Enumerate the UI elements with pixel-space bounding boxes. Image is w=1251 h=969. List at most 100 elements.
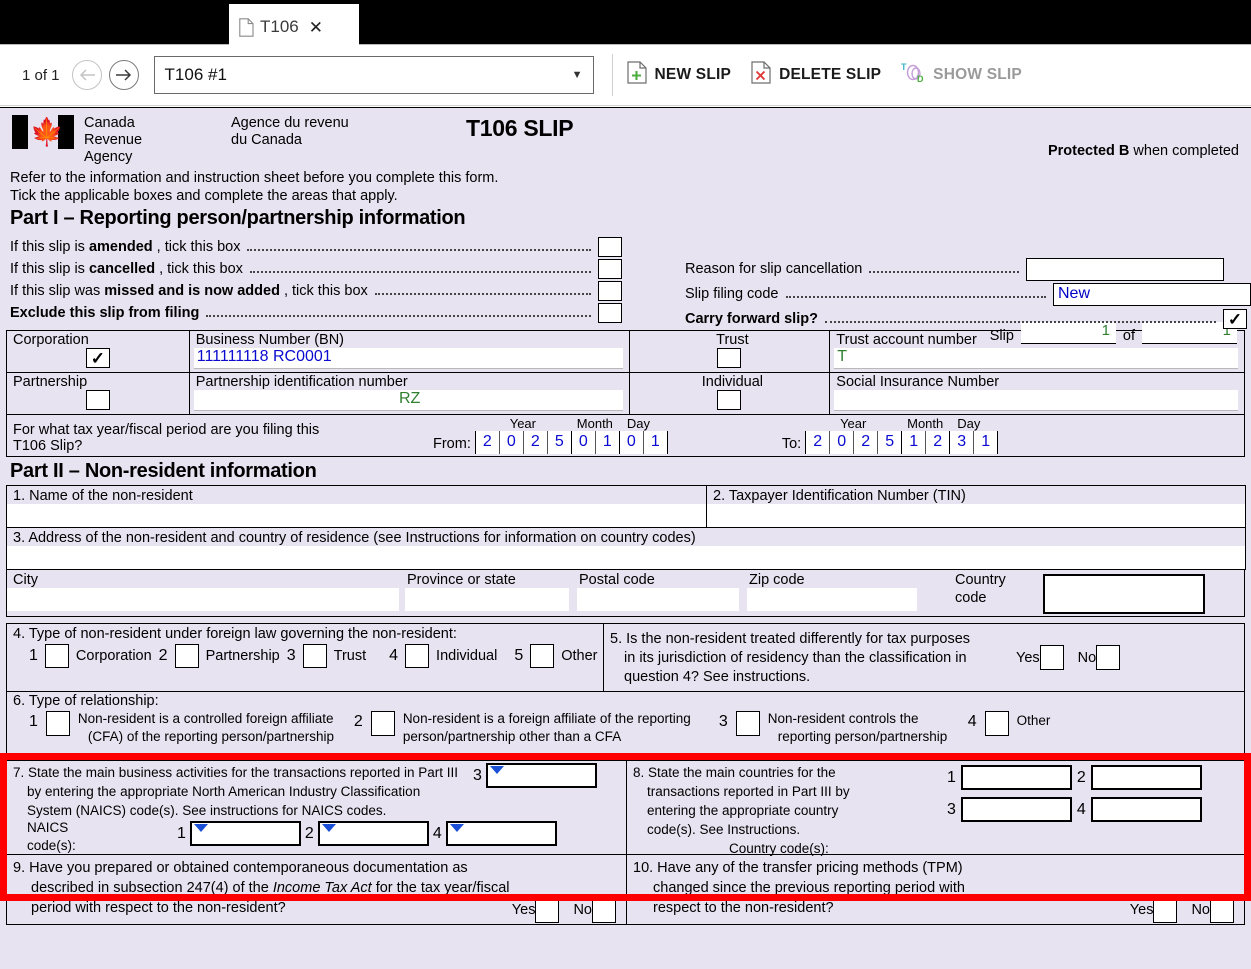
protected-b-label: Protected B [1047, 143, 1130, 159]
q6-opt2-checkbox[interactable] [370, 711, 395, 736]
slip-selector[interactable]: T106 #1 ▼ [153, 56, 594, 94]
bn-cell: Business Number (BN) 111111118 RC0001 [188, 330, 630, 373]
to-month-d1[interactable]: 1 [902, 431, 927, 454]
q4-other-checkbox[interactable] [530, 644, 555, 668]
q4-partnership-checkbox[interactable] [174, 644, 199, 668]
partnership-checkbox[interactable] [85, 390, 110, 410]
to-year-d1[interactable]: 2 [806, 431, 831, 454]
tab-t106[interactable]: T106 ✕ [229, 4, 359, 50]
to-year-d2[interactable]: 0 [830, 431, 855, 454]
new-slip-button[interactable]: NEW SLIP [626, 61, 732, 89]
delete-slip-icon [751, 61, 771, 89]
exclude-text: Exclude this slip from filing [10, 305, 200, 321]
cancelled-checkbox[interactable] [598, 259, 622, 279]
delete-slip-button[interactable]: DELETE SLIP [751, 61, 881, 89]
q2-input[interactable] [707, 504, 1245, 527]
bn-input[interactable]: 111111118 RC0001 [193, 348, 623, 369]
filing-code-label: Slip filing code [685, 286, 779, 302]
arrow-right-icon[interactable] [108, 60, 139, 90]
q6-options: 1 Non-resident is a controlled foreign a… [7, 710, 1244, 746]
q1-label: 1. Name of the non-resident [13, 488, 193, 504]
country-code-label-l1: Country [955, 572, 1006, 588]
instruction-line-1: Refer to the information and instruction… [10, 170, 499, 186]
corporation-checkbox[interactable] [85, 348, 110, 368]
city-label: City [13, 572, 38, 588]
show-slip-label: SHOW SLIP [933, 66, 1022, 83]
chevron-down-icon[interactable]: ▼ [572, 69, 583, 81]
q5-line2: in its jurisdiction of residency than th… [624, 650, 967, 666]
protected-b-notice: Protected B when completed [1048, 143, 1239, 159]
q6-opt3-checkbox[interactable] [735, 711, 760, 736]
toolbar-divider [611, 54, 613, 96]
from-month-d2[interactable]: 1 [595, 431, 620, 454]
from-year-d1[interactable]: 2 [475, 431, 500, 454]
svg-text:D: D [917, 74, 924, 84]
bn-label: Business Number (BN) [195, 332, 344, 348]
to-month-d2[interactable]: 2 [926, 431, 951, 454]
individual-checkbox[interactable] [717, 390, 742, 410]
to-year-d3[interactable]: 2 [854, 431, 879, 454]
q4-corporation-checkbox[interactable] [44, 644, 69, 668]
slip-toolbar: 1 of 1 T106 #1 ▼ NEW SLIP DELETE SLIP T … [0, 44, 1251, 106]
fiscal-q-line1: For what tax year/fiscal period are you … [13, 422, 320, 438]
q4-individual-checkbox[interactable] [405, 644, 430, 668]
delete-slip-label: DELETE SLIP [779, 66, 882, 83]
postal-input[interactable] [577, 588, 739, 611]
q6-opt1-checkbox[interactable] [45, 711, 70, 736]
from-year-d3[interactable]: 2 [523, 431, 548, 454]
from-day-d2[interactable]: 1 [643, 431, 668, 454]
q6-opt1-line1: Non-resident is a controlled foreign aff… [77, 711, 334, 726]
q4-opt2-label: Partnership [205, 648, 280, 664]
q6-opt3-num: 3 [718, 713, 728, 730]
country-code-input[interactable] [1043, 574, 1205, 614]
zip-input[interactable] [747, 588, 917, 611]
missed-checkbox[interactable] [598, 281, 622, 301]
show-slip-button[interactable]: T D SHOW SLIP [901, 61, 1022, 89]
from-year-d2[interactable]: 0 [499, 431, 524, 454]
from-day-d1[interactable]: 0 [619, 431, 644, 454]
q5-yes-checkbox[interactable] [1039, 645, 1064, 670]
q6-opt2-line1: Non-resident is a foreign affiliate of t… [402, 711, 691, 726]
close-icon[interactable]: ✕ [309, 19, 323, 36]
instruction-line-2: Tick the applicable boxes and complete t… [10, 188, 398, 204]
to-year-d4[interactable]: 5 [878, 431, 903, 454]
to-month-header: Month [907, 416, 944, 431]
amended-text: If this slip is amended , tick this box [10, 239, 241, 255]
from-year-header: Year [509, 416, 536, 431]
pin-input[interactable]: RZ [193, 390, 623, 411]
exclude-checkbox[interactable] [598, 303, 622, 323]
province-input[interactable] [405, 588, 569, 611]
q6-opt4-checkbox[interactable] [984, 711, 1009, 736]
q4-opt2-num: 2 [158, 647, 168, 664]
new-slip-label: NEW SLIP [654, 66, 732, 83]
to-day-d1[interactable]: 3 [950, 431, 975, 454]
city-input[interactable] [7, 588, 399, 611]
name-cell: 1. Name of the non-resident [6, 485, 707, 528]
q3-input[interactable] [7, 546, 1245, 569]
sin-input[interactable] [834, 390, 1238, 411]
q5-no-checkbox[interactable] [1096, 645, 1121, 670]
from-date-boxes[interactable]: 2 0 2 5 0 1 0 1 [474, 431, 668, 454]
trust-account-input[interactable]: T [834, 348, 1238, 369]
arrow-left-icon[interactable] [71, 60, 102, 90]
trust-checkbox[interactable] [717, 348, 742, 368]
carry-forward-checkbox[interactable] [1223, 309, 1247, 329]
highlight-annotation [0, 753, 1251, 901]
amended-checkbox[interactable] [598, 237, 622, 257]
filing-code-input[interactable]: New [1053, 282, 1251, 306]
form-instructions: Refer to the information and instruction… [0, 166, 1251, 205]
from-year-d4[interactable]: 5 [547, 431, 572, 454]
q5-no-label: No [1077, 649, 1097, 666]
q1-input[interactable] [7, 504, 706, 527]
slip-selector-value: T106 #1 [164, 65, 227, 84]
canada-flag-icon: 🍁 [12, 115, 74, 149]
from-month-d1[interactable]: 0 [571, 431, 596, 454]
to-day-d2[interactable]: 1 [974, 431, 999, 454]
agency-name-fr: Agence du revenu du Canada [231, 115, 381, 166]
to-date-boxes[interactable]: 2 0 2 5 1 2 3 1 [805, 431, 999, 454]
slip-of-label: of [1122, 328, 1135, 344]
q4-opt1-num: 1 [29, 647, 38, 664]
reason-input[interactable] [1026, 257, 1225, 281]
q4-trust-checkbox[interactable] [302, 644, 327, 668]
to-label: To: [781, 436, 802, 452]
